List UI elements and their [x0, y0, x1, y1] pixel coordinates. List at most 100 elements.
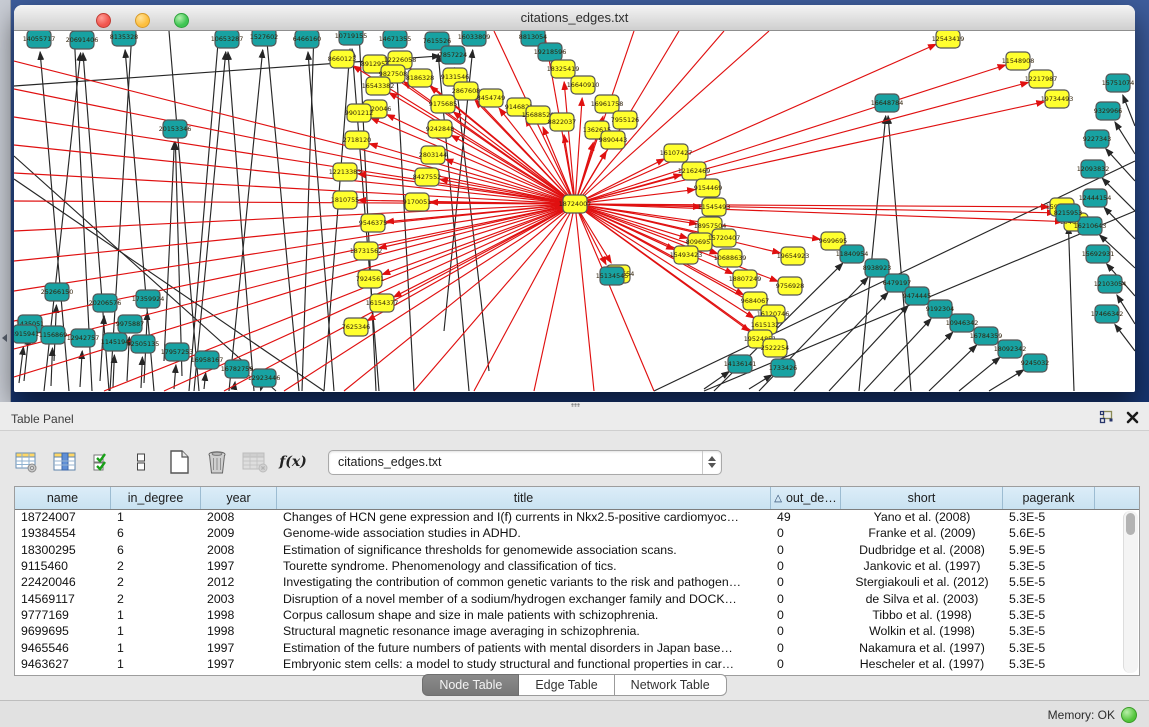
graph-node[interactable]: 12213383	[329, 163, 362, 181]
column-header-short[interactable]: short	[841, 487, 1003, 509]
table-row[interactable]: 946554611997Estimation of the future num…	[15, 639, 1123, 655]
graph-node[interactable]: 20691406	[66, 31, 99, 49]
function-builder-button[interactable]: f(x)	[280, 448, 306, 476]
graph-node[interactable]: 12444154	[1079, 189, 1112, 207]
graph-node[interactable]: 9175685	[429, 95, 457, 113]
graph-node[interactable]: 9245032	[1021, 354, 1049, 372]
graph-node[interactable]: 15692931	[1082, 245, 1115, 263]
column-header-name[interactable]: name	[15, 487, 111, 509]
table-row[interactable]: 969969511998Structural magnetic resonanc…	[15, 623, 1123, 639]
graph-node[interactable]: 7625346	[342, 318, 370, 336]
network-canvas[interactable]: 1872400714055717206914068135328106532871…	[14, 31, 1135, 392]
graph-node[interactable]: 16033809	[458, 31, 491, 46]
close-panel-button[interactable]	[1126, 411, 1139, 424]
graph-node[interactable]: 12103054	[1094, 275, 1127, 293]
graph-node[interactable]: 17957253	[161, 343, 194, 361]
table-row[interactable]: 1456911722003Disruption of a novel membe…	[15, 590, 1123, 606]
graph-node[interactable]: 12505135	[127, 335, 160, 353]
delete-column-button[interactable]	[204, 448, 230, 476]
table-row[interactable]: 946362711997Embryonic stem cells: a mode…	[15, 656, 1123, 672]
float-panel-button[interactable]	[1099, 410, 1114, 424]
graph-node[interactable]: 7924561	[356, 270, 384, 288]
graph-node[interactable]: 12093832	[1077, 160, 1110, 178]
graph-node[interactable]: 14671355	[379, 31, 412, 48]
graph-node[interactable]: 1733426	[769, 359, 797, 377]
table-row[interactable]: 1938455462009Genome-wide association stu…	[15, 525, 1123, 541]
table-mode-button[interactable]	[14, 448, 40, 476]
row-height-button[interactable]	[128, 448, 154, 476]
graph-node[interactable]: 9546375	[359, 214, 387, 232]
table-row[interactable]: 977716911998Corpus callosum shape and si…	[15, 607, 1123, 623]
graph-node[interactable]: 16958167	[191, 351, 224, 369]
graph-node[interactable]: 16107427	[660, 144, 693, 162]
graph-node[interactable]: 9756928	[776, 277, 804, 295]
import-table-button[interactable]	[242, 448, 268, 476]
graph-node[interactable]: 18731562	[350, 242, 383, 260]
graph-node[interactable]: 11545493	[698, 198, 731, 216]
graph-node[interactable]: 2718120	[343, 131, 371, 149]
graph-node[interactable]: 15134545	[596, 267, 629, 285]
graph-node[interactable]: 25266150	[41, 283, 74, 301]
new-column-button[interactable]	[166, 448, 192, 476]
graph-node[interactable]: 16154377	[366, 294, 399, 312]
show-column-button[interactable]	[52, 448, 78, 476]
graph-node[interactable]: 12162469	[678, 162, 711, 180]
network-graph[interactable]: 1872400714055717206914068135328106532871…	[14, 31, 1135, 392]
table-vertical-scrollbar[interactable]	[1123, 511, 1138, 673]
graph-node[interactable]: 15751074	[1102, 74, 1135, 92]
graph-node[interactable]: 18807249	[729, 270, 762, 288]
table-select-dropdown[interactable]: citations_edges.txt	[328, 450, 722, 475]
graph-node[interactable]: 3915941	[14, 325, 39, 343]
graph-node[interactable]: 10946342	[946, 314, 979, 332]
column-header-title[interactable]: title	[277, 487, 771, 509]
graph-node[interactable]: 12217987	[1025, 70, 1058, 88]
column-header-pagerank[interactable]: pagerank	[1003, 487, 1095, 509]
graph-node[interactable]: 2522254	[761, 339, 789, 357]
network-window-titlebar[interactable]: citations_edges.txt	[14, 5, 1135, 31]
graph-node[interactable]: 8215953	[1054, 204, 1082, 222]
graph-node[interactable]: 9170051	[403, 193, 431, 211]
graph-node[interactable]: 9242848	[426, 120, 454, 138]
scrollbar-thumb[interactable]	[1126, 513, 1135, 535]
graph-node[interactable]: 8660123	[328, 50, 356, 68]
graph-node[interactable]: 12543419	[932, 31, 965, 48]
graph-node[interactable]: 9227343	[1083, 130, 1111, 148]
graph-node[interactable]: 16543382	[362, 77, 395, 95]
graph-node[interactable]: 17466342	[1091, 305, 1124, 323]
graph-node[interactable]: 18724007	[559, 195, 592, 213]
graph-node[interactable]: 12923446	[248, 369, 281, 387]
column-header-year[interactable]: year	[201, 487, 277, 509]
column-header-out_degree[interactable]: △out_de…	[771, 487, 841, 509]
graph-node[interactable]: 20153346	[159, 120, 192, 138]
graph-node[interactable]: 16784359	[970, 327, 1003, 345]
column-header-in_degree[interactable]: in_degree	[111, 487, 201, 509]
graph-node[interactable]: 10719155	[335, 31, 368, 45]
graph-node[interactable]: 9890443	[599, 131, 627, 149]
graph-node[interactable]: 10688639	[714, 249, 747, 267]
graph-node[interactable]: 14055717	[23, 31, 56, 48]
graph-node[interactable]: 8135328	[110, 31, 138, 46]
graph-node[interactable]: 15493423	[670, 246, 703, 264]
graph-node[interactable]: 11548908	[1002, 52, 1035, 70]
graph-node[interactable]: 6466160	[293, 31, 321, 48]
graph-node[interactable]: 19218596	[534, 43, 567, 61]
graph-node[interactable]: 8186328	[406, 69, 434, 87]
table-row[interactable]: 1872400712008Changes of HCN gene express…	[15, 509, 1123, 525]
graph-node[interactable]: 17359924	[132, 290, 165, 308]
graph-node[interactable]: 8454749	[477, 89, 505, 107]
left-collapse-strip[interactable]	[0, 0, 11, 402]
graph-node[interactable]: 16640910	[567, 76, 600, 94]
select-columns-button[interactable]	[90, 448, 116, 476]
graph-node[interactable]: 1145194	[101, 333, 129, 351]
graph-node[interactable]: 2803144	[419, 146, 447, 164]
graph-node[interactable]: 18092342	[994, 340, 1027, 358]
graph-node[interactable]: 15720407	[708, 229, 741, 247]
graph-node[interactable]: 19654923	[777, 247, 810, 265]
graph-node[interactable]: 20206576	[89, 294, 122, 312]
tab-network-table[interactable]: Network Table	[615, 674, 727, 696]
table-row[interactable]: 2242004622012Investigating the contribut…	[15, 574, 1123, 590]
graph-node[interactable]: 16961758	[591, 95, 624, 113]
tab-edge-table[interactable]: Edge Table	[519, 674, 614, 696]
graph-node[interactable]: 9975887	[116, 315, 144, 333]
tab-node-table[interactable]: Node Table	[422, 674, 519, 696]
